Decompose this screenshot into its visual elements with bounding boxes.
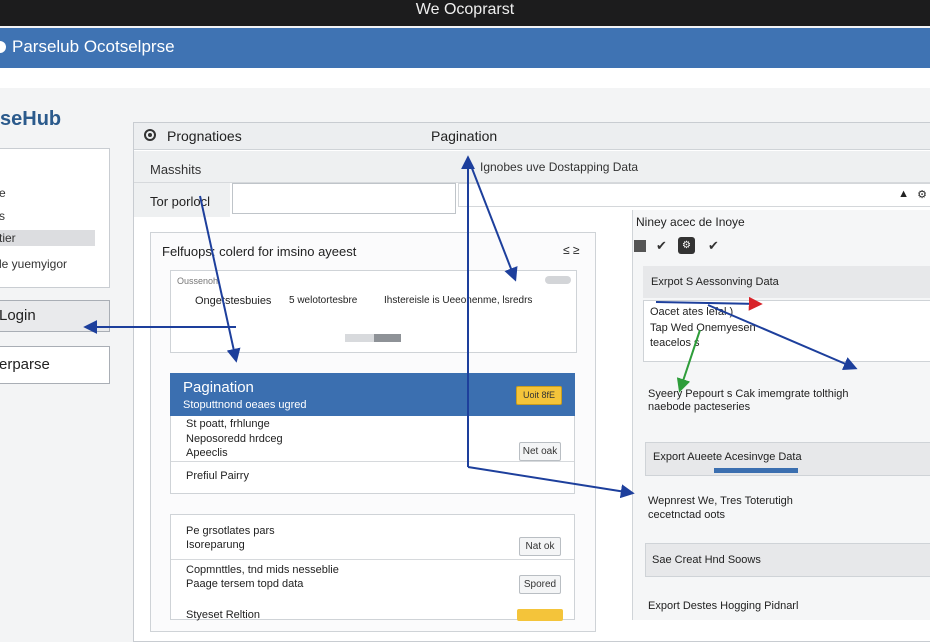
subpanel-title: Felfuops: colerd for imsino ayeest	[162, 244, 357, 259]
scroll-handle[interactable]	[545, 276, 571, 284]
export-row[interactable]: Exrpot S Aessonving Data	[643, 266, 930, 298]
gear-icon[interactable]: ⚙	[678, 237, 695, 254]
app-header: Parselub Ocotselprse	[0, 28, 930, 68]
scrollbar-thumb[interactable]	[374, 334, 401, 342]
check-icon[interactable]: ✔	[708, 238, 719, 254]
stored-button[interactable]: Spored	[519, 575, 561, 594]
option-line: Oacet ates lefal )	[650, 306, 734, 318]
option-line: teacelos s	[650, 337, 700, 349]
option-line: St poatt, frhlunge	[186, 418, 270, 430]
text-input[interactable]	[232, 183, 456, 214]
sidebar-list: e s tier le yuemyigor	[0, 148, 110, 288]
right-header-label: Niney acec de Inoye	[636, 215, 745, 229]
card-column: Ongetstesbuies	[195, 295, 272, 307]
input-label-cell: Tor porlocl	[134, 183, 230, 217]
settings-card: Pe grsotlates pars Isoreparung Nat ok Co…	[170, 514, 575, 621]
card-column: 5 welotortesbre	[289, 295, 358, 306]
sidebar-item[interactable]: le yuemyigor	[0, 257, 67, 271]
description: Syeery Pepourt s Cak imemgrate tolthigh	[648, 388, 849, 400]
target-icon	[144, 129, 156, 141]
description: cecetnctad oots	[648, 509, 726, 521]
settings-line: Paage tersem topd data	[186, 578, 304, 590]
panel-title: Prognatioes	[167, 128, 242, 144]
progress-bar	[714, 468, 798, 473]
panel-header: Prognatioes Pagination	[134, 123, 930, 150]
next-button[interactable]: Net oak	[519, 442, 561, 461]
export-title: Export Aueete Acesinvge Data	[653, 451, 802, 463]
row-right-text: Ignobes uve Dostapping Data	[480, 160, 639, 174]
chevron-icon[interactable]: ≤ ≥	[563, 243, 580, 257]
option-line: Tap Wed Onemyesen	[650, 322, 756, 334]
window-title: We Ocoprarst	[415, 1, 515, 18]
export-row[interactable]: Export Aueete Acesinvge Data	[645, 442, 930, 476]
window-title-bar: We Ocoprarst	[0, 0, 930, 26]
login-label: Login	[0, 307, 36, 324]
description: Wepnrest We, Tres Toterutigh	[648, 495, 793, 507]
divider	[171, 559, 574, 560]
panel-row: Masshits Ignobes uve Dostapping Data	[134, 151, 930, 183]
row-label: Masshits	[150, 162, 202, 177]
divider	[171, 461, 574, 462]
parse-button[interactable]: erparse	[0, 346, 110, 384]
panel-center-title: Pagination	[431, 128, 498, 144]
export-title: Exrpot S Aessonving Data	[651, 276, 779, 288]
app-brand[interactable]: Parselub Ocotselprse	[12, 28, 175, 66]
card-column: Ihstereisle is Ueeonenme, lsredrs	[384, 295, 533, 306]
check-icon[interactable]: ✔	[656, 238, 667, 254]
pagination-action-button[interactable]: Uoit 8fE	[516, 386, 562, 405]
option-line: Neposoredd hrdceg	[186, 433, 283, 445]
ok-button[interactable]: Nat ok	[519, 537, 561, 556]
confirm-button[interactable]	[517, 609, 563, 621]
sidebar-logo: seHub	[0, 108, 62, 130]
save-row[interactable]: Sae Creat Hnd Soows	[645, 543, 930, 577]
header-subband	[0, 68, 930, 88]
pagination-title: Pagination	[183, 379, 254, 396]
option-footer: Prefiul Pairry	[186, 470, 249, 482]
input-label: Tor porlocl	[150, 194, 210, 209]
gear-icon[interactable]: ⚙	[917, 188, 927, 201]
pagination-subtitle: Stoputtnond oeaes ugred	[183, 399, 307, 411]
settings-line: Copmnttles, tnd mids nesseblie	[186, 564, 339, 576]
sidebar-item-selected[interactable]: tier	[0, 230, 95, 246]
right-header-strip: ▲ ⚙	[458, 183, 930, 207]
sidebar-item[interactable]: s	[0, 209, 5, 223]
settings-line: Isoreparung	[186, 539, 245, 551]
description: naebode pacteseries	[648, 401, 751, 413]
login-button[interactable]: Login	[0, 300, 110, 332]
export-options-box: Oacet ates lefal ) Tap Wed Onemyesen tea…	[643, 300, 930, 362]
settings-line: Pe grsotlates pars	[186, 525, 275, 537]
save-title: Sae Creat Hnd Soows	[652, 554, 761, 566]
square-icon[interactable]	[634, 240, 646, 252]
sidebar-item[interactable]: e	[0, 186, 6, 200]
settings-line: Styeset Reltion	[186, 609, 260, 621]
option-card: St poatt, frhlunge Neposoredd hrdceg Ape…	[170, 416, 575, 494]
card-small-label: Oussenoh	[177, 276, 219, 286]
app-logo-icon	[0, 41, 6, 53]
export-footer: Export Destes Hogging Pidnarl	[648, 600, 799, 612]
parse-label: erparse	[0, 356, 50, 373]
option-line: Apeeclis	[186, 447, 228, 459]
puzzle-icon[interactable]: ▲	[898, 188, 909, 200]
pagination-bar: Pagination Stoputtnond oeaes ugred Uoit …	[170, 373, 575, 416]
